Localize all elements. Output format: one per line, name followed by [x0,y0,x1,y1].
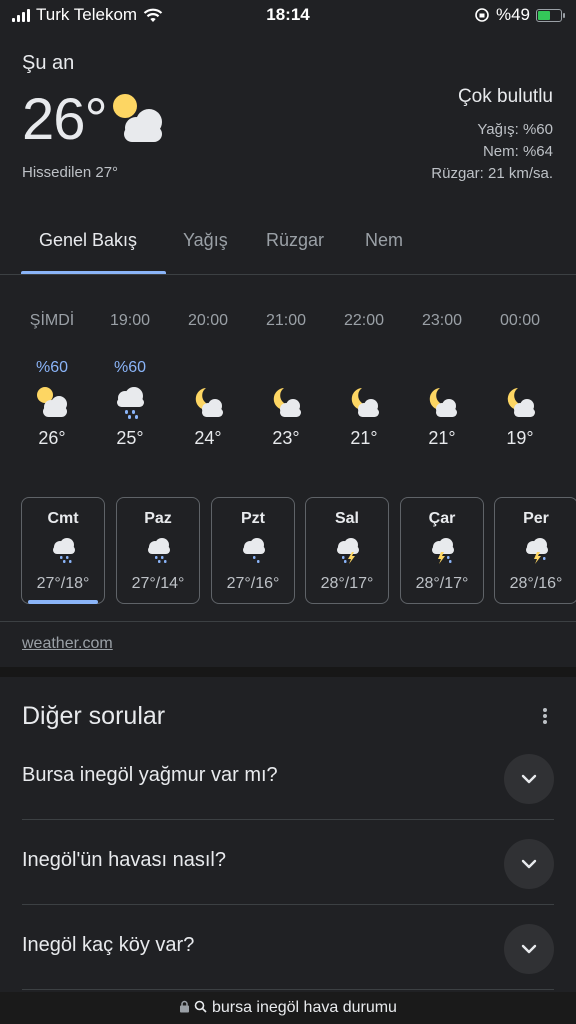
weather-tabs: Genel Bakış Yağış Rüzgar Nem [0,218,576,275]
source-link[interactable]: weather.com [22,635,113,653]
partly-cloudy-day-icon [37,387,67,417]
people-also-ask-title: Diğer sorular [22,702,166,730]
partly-cloudy-night-icon [507,388,535,417]
hour-label: ŞİMDİ [29,312,75,329]
hour-temp: 19° [506,428,534,448]
chevron-down-icon [521,944,537,954]
day-temps: 27°/14° [131,575,185,592]
day-name: Sal [334,510,359,527]
day-name: Per [523,510,549,527]
url-text: bursa inegöl hava durumu [211,999,397,1016]
tab-precipitation[interactable]: Yağış [183,230,228,251]
selected-day-indicator [28,600,98,604]
day-name: Cmt [47,510,79,527]
day-card-saturday[interactable]: Cmt 27°/18° [21,497,105,604]
partly-cloudy-night-icon [351,388,379,417]
day-temps: 27°/16° [226,575,280,592]
day-card-sunday[interactable]: Paz 27°/14° [116,497,200,604]
current-temperature: 26° [22,87,108,152]
status-right: %49 [474,5,565,25]
day-name: Çar [428,510,456,527]
question-text: Bursa inegöl yağmur var mı? [22,764,278,786]
expand-button[interactable] [504,839,554,889]
divider [0,621,576,622]
day-temps: 28°/16° [509,575,563,592]
battery-icon [536,8,565,22]
thunderstorm-rain-icon [526,538,548,564]
partly-cloudy-day-icon [113,94,162,142]
partly-cloudy-night-icon [195,388,223,417]
chevron-down-icon [521,859,537,869]
wind-detail: Rüzgar: 21 km/sa. [431,165,553,182]
hour-label: 00:00 [499,312,541,329]
day-name: Pzt [241,510,265,527]
rain-icon [53,538,75,563]
hour-temp: 21° [428,428,456,448]
partly-cloudy-night-icon [273,388,301,417]
now-label: Şu an [22,52,75,74]
hour-precip: %60 [35,359,69,376]
question-item[interactable]: Inegöl kaç köy var? [22,906,554,990]
thunderstorm-rain-icon [432,538,454,564]
hour-label: 23:00 [421,312,463,329]
thunderstorm-rain-icon [337,538,359,564]
tab-wind[interactable]: Rüzgar [266,230,324,251]
expand-button[interactable] [504,924,554,974]
search-icon [195,1000,208,1013]
hour-temp: 25° [116,428,144,448]
expand-button[interactable] [504,754,554,804]
question-text: Inegöl'ün havası nasıl? [22,849,226,871]
condition-label: Çok bulutlu [457,86,553,107]
chevron-down-icon [521,774,537,784]
hour-temp: 21° [350,428,378,448]
question-item[interactable]: Inegöl'ün havası nasıl? [22,821,554,905]
lock-icon [180,1000,190,1013]
tab-humidity[interactable]: Nem [365,230,403,251]
day-temps: 28°/17° [320,575,374,592]
weather-details: Yağış: %60 Nem: %64 Rüzgar: 21 km/sa. [431,119,553,185]
status-bar: Turk Telekom 18:14 %49 [0,0,576,30]
active-tab-indicator [21,271,166,274]
day-name: Paz [144,510,172,527]
day-card-monday[interactable]: Pzt 27°/16° [211,497,295,604]
hour-label: 19:00 [109,312,151,329]
more-options-icon[interactable] [538,706,552,730]
question-text: Inegöl kaç köy var? [22,934,195,956]
question-item[interactable]: Bursa inegöl yağmur var mı? [22,736,554,820]
hour-temp: 24° [194,428,222,448]
hour-label: 20:00 [187,312,229,329]
rain-icon [117,387,144,419]
rain-icon [148,538,170,563]
orientation-lock-icon [475,8,489,22]
day-temps: 28°/17° [415,575,469,592]
day-card-wednesday[interactable]: Çar 28°/17° [400,497,484,604]
url-bar[interactable]: bursa inegöl hava durumu [0,992,576,1024]
hour-label: 22:00 [343,312,385,329]
hourly-forecast: ŞİMDİ %60 26° 19:00 %60 25° 20:00 24° 21… [0,312,576,462]
day-card-thursday[interactable]: Per 28°/16° [494,497,576,604]
battery-percent: %49 [495,5,530,24]
tab-overview[interactable]: Genel Bakış [39,230,137,251]
humidity-detail: Nem: %64 [482,143,553,160]
url-bar-content: bursa inegöl hava durumu [0,999,576,1017]
precipitation-detail: Yağış: %60 [477,121,553,138]
hour-temp: 23° [272,428,300,448]
day-temps: 27°/18° [36,575,90,592]
section-separator [0,667,576,677]
hour-temp: 26° [38,428,66,448]
hour-label: 21:00 [265,312,307,329]
hour-precip: %60 [113,359,147,376]
day-card-tuesday[interactable]: Sal 28°/17° [305,497,389,604]
rain-icon [243,538,265,563]
partly-cloudy-night-icon [429,388,457,417]
feels-like: Hissedilen 27° [22,164,119,181]
